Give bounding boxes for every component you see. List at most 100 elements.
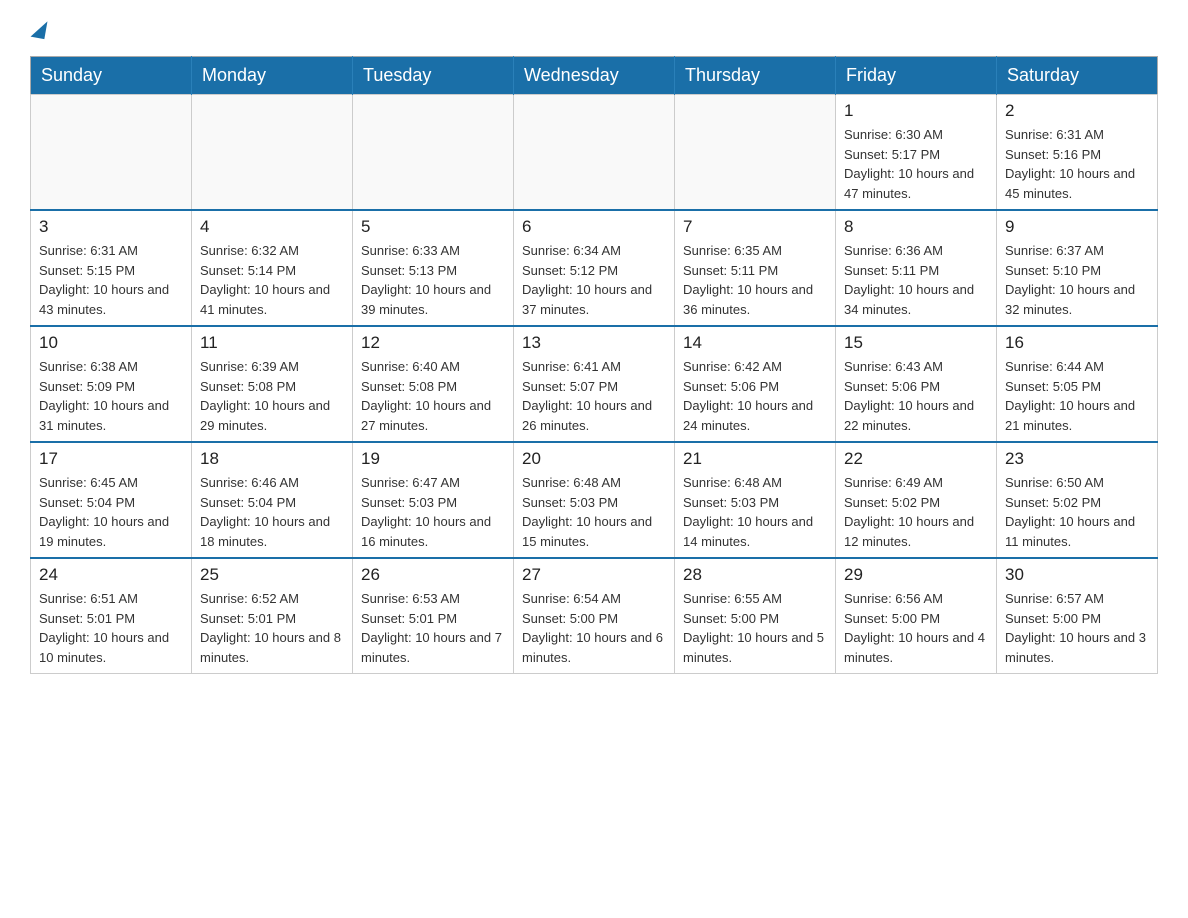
sun-info: Sunrise: 6:47 AMSunset: 5:03 PMDaylight:…	[361, 473, 505, 551]
sun-info: Sunrise: 6:41 AMSunset: 5:07 PMDaylight:…	[522, 357, 666, 435]
calendar-cell	[675, 95, 836, 211]
calendar-cell: 9 Sunrise: 6:37 AMSunset: 5:10 PMDaylight…	[997, 210, 1158, 326]
calendar-table: SundayMondayTuesdayWednesdayThursdayFrid…	[30, 56, 1158, 674]
weekday-header-monday: Monday	[192, 57, 353, 95]
calendar-cell: 2 Sunrise: 6:31 AMSunset: 5:16 PMDaylight…	[997, 95, 1158, 211]
calendar-cell: 12Sunrise: 6:40 AMSunset: 5:08 PMDayligh…	[353, 326, 514, 442]
page-header	[30, 20, 1158, 38]
calendar-cell: 17Sunrise: 6:45 AMSunset: 5:04 PMDayligh…	[31, 442, 192, 558]
calendar-cell: 21 Sunrise: 6:48 AMSunset: 5:03 PMDayligh…	[675, 442, 836, 558]
sun-info: Sunrise: 6:55 AMSunset: 5:00 PMDaylight:…	[683, 589, 827, 667]
calendar-cell: 7 Sunrise: 6:35 AMSunset: 5:11 PMDaylight…	[675, 210, 836, 326]
calendar-cell: 29 Sunrise: 6:56 AMSunset: 5:00 PMDayligh…	[836, 558, 997, 674]
sun-info: Sunrise: 6:36 AMSunset: 5:11 PMDaylight:…	[844, 241, 988, 319]
calendar-cell: 15 Sunrise: 6:43 AMSunset: 5:06 PMDayligh…	[836, 326, 997, 442]
sun-info: Sunrise: 6:33 AMSunset: 5:13 PMDaylight:…	[361, 241, 505, 319]
calendar-cell	[514, 95, 675, 211]
sun-info: Sunrise: 6:46 AMSunset: 5:04 PMDaylight:…	[200, 473, 344, 551]
calendar-week-row: 10 Sunrise: 6:38 AMSunset: 5:09 PMDayligh…	[31, 326, 1158, 442]
calendar-cell: 16 Sunrise: 6:44 AMSunset: 5:05 PMDayligh…	[997, 326, 1158, 442]
calendar-cell: 27 Sunrise: 6:54 AMSunset: 5:00 PMDayligh…	[514, 558, 675, 674]
calendar-cell	[192, 95, 353, 211]
day-number: 27	[522, 565, 666, 585]
day-number: 9	[1005, 217, 1149, 237]
day-number: 4	[200, 217, 344, 237]
sun-info: Sunrise: 6:40 AMSunset: 5:08 PMDaylight:…	[361, 357, 505, 435]
sun-info: Sunrise: 6:48 AMSunset: 5:03 PMDaylight:…	[683, 473, 827, 551]
calendar-cell: 28Sunrise: 6:55 AMSunset: 5:00 PMDayligh…	[675, 558, 836, 674]
sun-info: Sunrise: 6:44 AMSunset: 5:05 PMDaylight:…	[1005, 357, 1149, 435]
day-number: 15	[844, 333, 988, 353]
sun-info: Sunrise: 6:53 AMSunset: 5:01 PMDaylight:…	[361, 589, 505, 667]
day-number: 7	[683, 217, 827, 237]
calendar-cell: 22 Sunrise: 6:49 AMSunset: 5:02 PMDayligh…	[836, 442, 997, 558]
sun-info: Sunrise: 6:43 AMSunset: 5:06 PMDaylight:…	[844, 357, 988, 435]
calendar-cell: 25Sunrise: 6:52 AMSunset: 5:01 PMDayligh…	[192, 558, 353, 674]
weekday-header-wednesday: Wednesday	[514, 57, 675, 95]
day-number: 30	[1005, 565, 1149, 585]
day-number: 19	[361, 449, 505, 469]
day-number: 18	[200, 449, 344, 469]
calendar-cell	[353, 95, 514, 211]
calendar-cell: 3 Sunrise: 6:31 AMSunset: 5:15 PMDaylight…	[31, 210, 192, 326]
logo	[30, 20, 48, 38]
day-number: 26	[361, 565, 505, 585]
day-number: 21	[683, 449, 827, 469]
sun-info: Sunrise: 6:51 AMSunset: 5:01 PMDaylight:…	[39, 589, 183, 667]
day-number: 16	[1005, 333, 1149, 353]
calendar-body: 1Sunrise: 6:30 AMSunset: 5:17 PMDaylight…	[31, 95, 1158, 674]
sun-info: Sunrise: 6:57 AMSunset: 5:00 PMDaylight:…	[1005, 589, 1149, 667]
sun-info: Sunrise: 6:50 AMSunset: 5:02 PMDaylight:…	[1005, 473, 1149, 551]
calendar-cell: 19 Sunrise: 6:47 AMSunset: 5:03 PMDayligh…	[353, 442, 514, 558]
calendar-header-row: SundayMondayTuesdayWednesdayThursdayFrid…	[31, 57, 1158, 95]
sun-info: Sunrise: 6:54 AMSunset: 5:00 PMDaylight:…	[522, 589, 666, 667]
day-number: 13	[522, 333, 666, 353]
logo-triangle-icon	[31, 19, 48, 39]
calendar-cell: 24 Sunrise: 6:51 AMSunset: 5:01 PMDayligh…	[31, 558, 192, 674]
day-number: 2	[1005, 101, 1149, 121]
calendar-cell: 6 Sunrise: 6:34 AMSunset: 5:12 PMDaylight…	[514, 210, 675, 326]
day-number: 29	[844, 565, 988, 585]
sun-info: Sunrise: 6:39 AMSunset: 5:08 PMDaylight:…	[200, 357, 344, 435]
day-number: 10	[39, 333, 183, 353]
day-number: 5	[361, 217, 505, 237]
sun-info: Sunrise: 6:49 AMSunset: 5:02 PMDaylight:…	[844, 473, 988, 551]
sun-info: Sunrise: 6:32 AMSunset: 5:14 PMDaylight:…	[200, 241, 344, 319]
calendar-cell: 18 Sunrise: 6:46 AMSunset: 5:04 PMDayligh…	[192, 442, 353, 558]
calendar-cell: 10 Sunrise: 6:38 AMSunset: 5:09 PMDayligh…	[31, 326, 192, 442]
day-number: 6	[522, 217, 666, 237]
day-number: 8	[844, 217, 988, 237]
sun-info: Sunrise: 6:31 AMSunset: 5:15 PMDaylight:…	[39, 241, 183, 319]
calendar-cell: 4 Sunrise: 6:32 AMSunset: 5:14 PMDaylight…	[192, 210, 353, 326]
calendar-cell: 11 Sunrise: 6:39 AMSunset: 5:08 PMDayligh…	[192, 326, 353, 442]
weekday-header-sunday: Sunday	[31, 57, 192, 95]
calendar-week-row: 3 Sunrise: 6:31 AMSunset: 5:15 PMDaylight…	[31, 210, 1158, 326]
sun-info: Sunrise: 6:42 AMSunset: 5:06 PMDaylight:…	[683, 357, 827, 435]
sun-info: Sunrise: 6:38 AMSunset: 5:09 PMDaylight:…	[39, 357, 183, 435]
calendar-cell: 1Sunrise: 6:30 AMSunset: 5:17 PMDaylight…	[836, 95, 997, 211]
calendar-cell: 20 Sunrise: 6:48 AMSunset: 5:03 PMDayligh…	[514, 442, 675, 558]
sun-info: Sunrise: 6:35 AMSunset: 5:11 PMDaylight:…	[683, 241, 827, 319]
day-number: 22	[844, 449, 988, 469]
calendar-cell: 30 Sunrise: 6:57 AMSunset: 5:00 PMDayligh…	[997, 558, 1158, 674]
day-number: 11	[200, 333, 344, 353]
sun-info: Sunrise: 6:34 AMSunset: 5:12 PMDaylight:…	[522, 241, 666, 319]
weekday-header-thursday: Thursday	[675, 57, 836, 95]
calendar-week-row: 17Sunrise: 6:45 AMSunset: 5:04 PMDayligh…	[31, 442, 1158, 558]
day-number: 23	[1005, 449, 1149, 469]
sun-info: Sunrise: 6:48 AMSunset: 5:03 PMDaylight:…	[522, 473, 666, 551]
day-number: 1	[844, 101, 988, 121]
calendar-cell: 8 Sunrise: 6:36 AMSunset: 5:11 PMDaylight…	[836, 210, 997, 326]
sun-info: Sunrise: 6:37 AMSunset: 5:10 PMDaylight:…	[1005, 241, 1149, 319]
calendar-cell	[31, 95, 192, 211]
sun-info: Sunrise: 6:31 AMSunset: 5:16 PMDaylight:…	[1005, 125, 1149, 203]
day-number: 20	[522, 449, 666, 469]
day-number: 17	[39, 449, 183, 469]
calendar-week-row: 24 Sunrise: 6:51 AMSunset: 5:01 PMDayligh…	[31, 558, 1158, 674]
day-number: 24	[39, 565, 183, 585]
sun-info: Sunrise: 6:52 AMSunset: 5:01 PMDaylight:…	[200, 589, 344, 667]
sun-info: Sunrise: 6:56 AMSunset: 5:00 PMDaylight:…	[844, 589, 988, 667]
day-number: 3	[39, 217, 183, 237]
weekday-header-friday: Friday	[836, 57, 997, 95]
calendar-cell: 5 Sunrise: 6:33 AMSunset: 5:13 PMDaylight…	[353, 210, 514, 326]
